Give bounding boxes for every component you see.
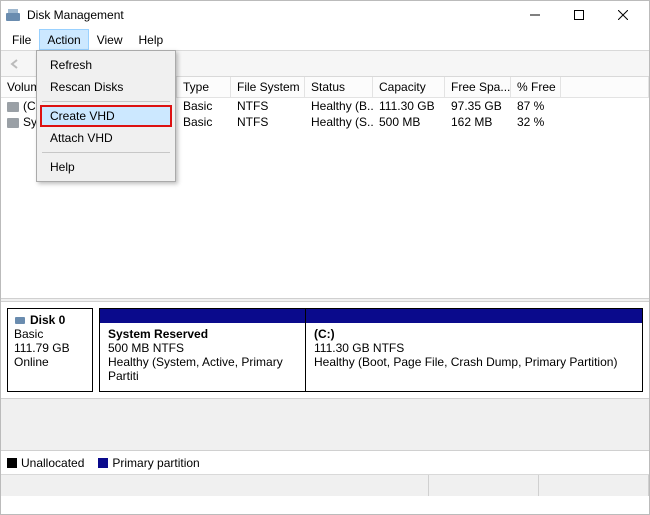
- status-pane: [539, 475, 649, 496]
- partitions: System Reserved 500 MB NTFS Healthy (Sys…: [99, 308, 643, 392]
- cell-fs: NTFS: [231, 98, 305, 114]
- col-spacer: [561, 77, 649, 97]
- title-bar: Disk Management: [1, 1, 649, 29]
- status-pane: [429, 475, 539, 496]
- status-bar: [1, 474, 649, 496]
- status-pane: [1, 475, 429, 496]
- partition-c[interactable]: (C:) 111.30 GB NTFS Healthy (Boot, Page …: [306, 309, 642, 391]
- minimize-button[interactable]: [513, 1, 557, 29]
- disk-size: 111.79 GB: [14, 341, 86, 355]
- menu-separator: [42, 101, 170, 102]
- empty-area: [1, 398, 649, 450]
- legend-primary-label: Primary partition: [112, 456, 199, 470]
- partition-line1: 111.30 GB NTFS: [314, 341, 634, 355]
- drive-icon: [7, 118, 19, 128]
- cell-capacity: 111.30 GB: [373, 98, 445, 114]
- menu-create-vhd[interactable]: Create VHD: [40, 105, 172, 127]
- partition-system-reserved[interactable]: System Reserved 500 MB NTFS Healthy (Sys…: [100, 309, 306, 391]
- legend: Unallocated Primary partition: [1, 450, 649, 474]
- disk-state: Online: [14, 355, 86, 369]
- maximize-button[interactable]: [557, 1, 601, 29]
- partition-bar: [306, 309, 642, 323]
- menu-view[interactable]: View: [89, 29, 131, 50]
- disk-map: Disk 0 Basic 111.79 GB Online System Res…: [1, 302, 649, 398]
- menu-bar: File Action View Help Refresh Rescan Dis…: [1, 29, 649, 51]
- cell-volume: System Reserved: [23, 115, 37, 129]
- col-filesystem[interactable]: File System: [231, 77, 305, 97]
- swatch-primary: [98, 458, 108, 468]
- disk-icon: [14, 314, 26, 326]
- cell-freespace: 162 MB: [445, 114, 511, 130]
- partition-line2: Healthy (System, Active, Primary Partiti: [108, 355, 297, 383]
- cell-status: Healthy (B...: [305, 98, 373, 114]
- cell-fs: NTFS: [231, 114, 305, 130]
- drive-icon: [7, 102, 19, 112]
- action-menu-dropdown: Refresh Rescan Disks Create VHD Attach V…: [36, 50, 176, 182]
- cell-type: Basic: [177, 114, 231, 130]
- window-title: Disk Management: [27, 8, 513, 22]
- partition-line1: 500 MB NTFS: [108, 341, 297, 355]
- menu-refresh[interactable]: Refresh: [40, 54, 172, 76]
- legend-unallocated: Unallocated: [7, 456, 84, 470]
- legend-unallocated-label: Unallocated: [21, 456, 84, 470]
- menu-file[interactable]: File: [4, 29, 39, 50]
- partition-title: (C:): [314, 327, 634, 341]
- col-capacity[interactable]: Capacity: [373, 77, 445, 97]
- menu-action[interactable]: Action: [39, 29, 88, 50]
- menu-attach-vhd[interactable]: Attach VHD: [40, 127, 172, 149]
- disk-type: Basic: [14, 327, 86, 341]
- col-status[interactable]: Status: [305, 77, 373, 97]
- disk-info[interactable]: Disk 0 Basic 111.79 GB Online: [7, 308, 93, 392]
- cell-pctfree: 87 %: [511, 98, 561, 114]
- cell-pctfree: 32 %: [511, 114, 561, 130]
- menu-help[interactable]: Help: [131, 29, 172, 50]
- disk-label: Disk 0: [30, 313, 65, 327]
- cell-volume: (C:): [23, 99, 37, 113]
- col-volume[interactable]: Volume: [1, 77, 37, 97]
- menu-separator: [42, 152, 170, 153]
- partition-title: System Reserved: [108, 327, 297, 341]
- col-type[interactable]: Type: [177, 77, 231, 97]
- menu-help-item[interactable]: Help: [40, 156, 172, 178]
- partition-bar: [100, 309, 305, 323]
- cell-capacity: 500 MB: [373, 114, 445, 130]
- cell-status: Healthy (S...: [305, 114, 373, 130]
- swatch-unallocated: [7, 458, 17, 468]
- app-icon: [5, 7, 21, 23]
- legend-primary: Primary partition: [98, 456, 199, 470]
- col-pctfree[interactable]: % Free: [511, 77, 561, 97]
- close-button[interactable]: [601, 1, 645, 29]
- back-button[interactable]: [5, 54, 25, 74]
- partition-line2: Healthy (Boot, Page File, Crash Dump, Pr…: [314, 355, 634, 369]
- menu-rescan-disks[interactable]: Rescan Disks: [40, 76, 172, 98]
- cell-type: Basic: [177, 98, 231, 114]
- col-freespace[interactable]: Free Spa...: [445, 77, 511, 97]
- window-buttons: [513, 1, 645, 29]
- cell-freespace: 97.35 GB: [445, 98, 511, 114]
